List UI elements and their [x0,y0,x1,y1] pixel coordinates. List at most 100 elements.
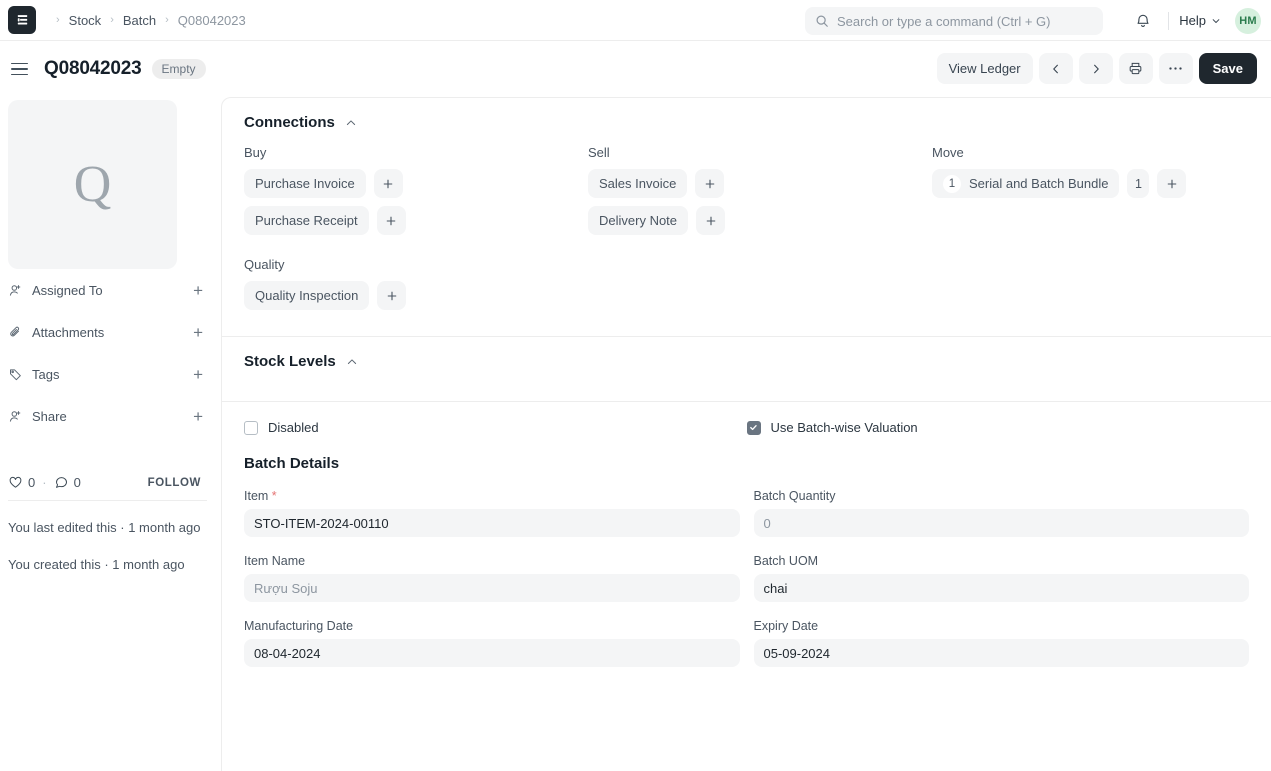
checkbox-label: Disabled [268,420,319,435]
heart-icon[interactable] [8,475,23,490]
sidebar-item-label: Assigned To [32,282,103,298]
item-name-input[interactable]: Rượu Soju [244,574,740,602]
serial-batch-bundle-badge: 1 [1127,169,1150,198]
link-serial-and-batch-bundle[interactable]: 1 Serial and Batch Bundle [932,169,1120,198]
comment-icon[interactable] [54,475,69,490]
search-input[interactable]: Search or type a command (Ctrl + G) [805,7,1103,35]
sidebar-item-assigned-to[interactable]: Assigned To + [8,269,207,311]
link-sales-invoice[interactable]: Sales Invoice [588,169,688,198]
chevron-right-icon [1090,63,1102,75]
sidebar-item-tags[interactable]: Tags + [8,353,207,395]
batch-details-form: Item * STO-ITEM-2024-00110 Item Name Rượ… [222,472,1271,667]
view-ledger-button[interactable]: View Ledger [936,53,1033,84]
chevron-down-icon [1211,16,1221,26]
document-content: Connections Buy Purchase Invoice Purchas… [221,97,1271,771]
navbar-right-actions: Help HM [1128,0,1261,41]
link-purchase-receipt[interactable]: Purchase Receipt [244,206,369,235]
likes-count: 0 [28,475,36,490]
connections-group-sell: Sell Sales Invoice Delivery Note [588,145,932,243]
link-label: Quality Inspection [255,288,359,303]
search-icon [815,14,829,28]
field-label: Batch UOM [753,554,819,568]
breadcrumb: › Stock › Batch › Q08042023 [48,13,247,28]
field-batch-uom: Batch UOM chai [753,554,1249,602]
hamburger-menu-icon[interactable] [8,56,34,82]
group-label: Move [932,145,964,160]
link-count-badge: 1 [943,174,961,193]
stock-levels-section-header[interactable]: Stock Levels [244,337,1249,384]
help-menu[interactable]: Help [1179,13,1221,28]
form-column-left: Item * STO-ITEM-2024-00110 Item Name Rượ… [244,472,740,667]
add-purchase-invoice-button[interactable] [373,169,403,198]
field-item-name: Item Name Rượu Soju [244,554,740,602]
stock-levels-title: Stock Levels [244,353,336,370]
connections-group-quality: Quality Quality Inspection [244,257,1249,310]
created-note: You created this · 1 month ago [8,556,185,572]
plus-icon [705,215,717,227]
sidebar-item-label: Tags [32,366,60,382]
add-share-button[interactable]: + [193,408,207,425]
chevron-left-icon [1050,63,1062,75]
chevron-up-icon[interactable] [345,117,357,129]
batch-quantity-input[interactable]: 0 [753,509,1249,537]
add-assignment-button[interactable]: + [193,282,207,299]
add-quality-inspection-button[interactable] [377,281,407,310]
manufacturing-date-input[interactable]: 08-04-2024 [244,639,740,667]
erpnext-logo-icon[interactable] [8,6,36,34]
breadcrumb-separator: › [110,14,114,26]
page-header: Q08042023 Empty View Ledger Save [0,41,1271,97]
group-label: Buy [244,145,267,160]
connection-link-row: 1 Serial and Batch Bundle 1 [932,169,1187,198]
more-actions-button[interactable] [1158,53,1193,84]
field-expiry-date: Expiry Date 05-09-2024 [753,619,1249,667]
expiry-date-input[interactable]: 05-09-2024 [753,639,1249,667]
follow-button[interactable]: FOLLOW [148,477,207,489]
add-tag-button[interactable]: + [193,366,207,383]
connection-link-row: Purchase Receipt [244,206,588,235]
connections-title: Connections [244,114,335,131]
link-quality-inspection[interactable]: Quality Inspection [244,281,370,310]
connections-section-header[interactable]: Connections [244,98,1249,145]
add-purchase-receipt-button[interactable] [376,206,406,235]
item-input[interactable]: STO-ITEM-2024-00110 [244,509,740,537]
checkbox-use-batch-wise-valuation[interactable]: Use Batch-wise Valuation [746,420,1250,435]
checkbox-disabled[interactable]: Disabled [244,420,747,435]
next-document-button[interactable] [1078,53,1113,84]
connection-link-row: Purchase Invoice [244,169,588,198]
print-button[interactable] [1118,53,1153,84]
add-sales-invoice-button[interactable] [695,169,725,198]
navbar-divider [1168,11,1170,30]
comments-count: 0 [73,475,81,490]
sidebar-item-attachments[interactable]: Attachments + [8,311,207,353]
printer-icon [1128,61,1143,76]
form-column-right: Batch Quantity 0 Batch UOM chai Expiry D… [753,472,1249,667]
field-label: Batch Quantity [753,489,836,503]
search-placeholder: Search or type a command (Ctrl + G) [837,13,1051,29]
sidebar-item-share[interactable]: Share + [8,395,207,437]
user-plus-icon [8,283,23,298]
link-delivery-note[interactable]: Delivery Note [588,206,689,235]
link-label: Purchase Invoice [255,176,355,191]
checkbox-input[interactable] [244,420,258,435]
add-delivery-note-button[interactable] [696,206,726,235]
save-button[interactable]: Save [1198,53,1257,84]
link-purchase-invoice[interactable]: Purchase Invoice [244,169,366,198]
connections-group-buy: Buy Purchase Invoice Purchase Receipt [244,145,588,243]
checkbox-input[interactable] [746,420,761,435]
link-label: Sales Invoice [599,176,677,191]
field-item: Item * STO-ITEM-2024-00110 [244,489,740,537]
add-serial-and-batch-bundle-button[interactable] [1157,169,1187,198]
connection-link-row: Quality Inspection [244,281,1249,310]
breadcrumb-item-batch[interactable]: Batch [122,13,157,28]
prev-document-button[interactable] [1038,53,1073,84]
required-asterisk: * [268,489,277,503]
bell-icon[interactable] [1128,6,1158,36]
breadcrumb-separator: › [165,14,169,26]
breadcrumb-item-stock[interactable]: Stock [68,13,103,28]
avatar[interactable]: HM [1235,7,1261,34]
stock-levels-section: Stock Levels [222,337,1271,401]
group-label: Quality [244,257,285,272]
add-attachment-button[interactable]: + [193,324,207,341]
chevron-up-icon[interactable] [346,356,358,368]
batch-uom-input[interactable]: chai [753,574,1249,602]
